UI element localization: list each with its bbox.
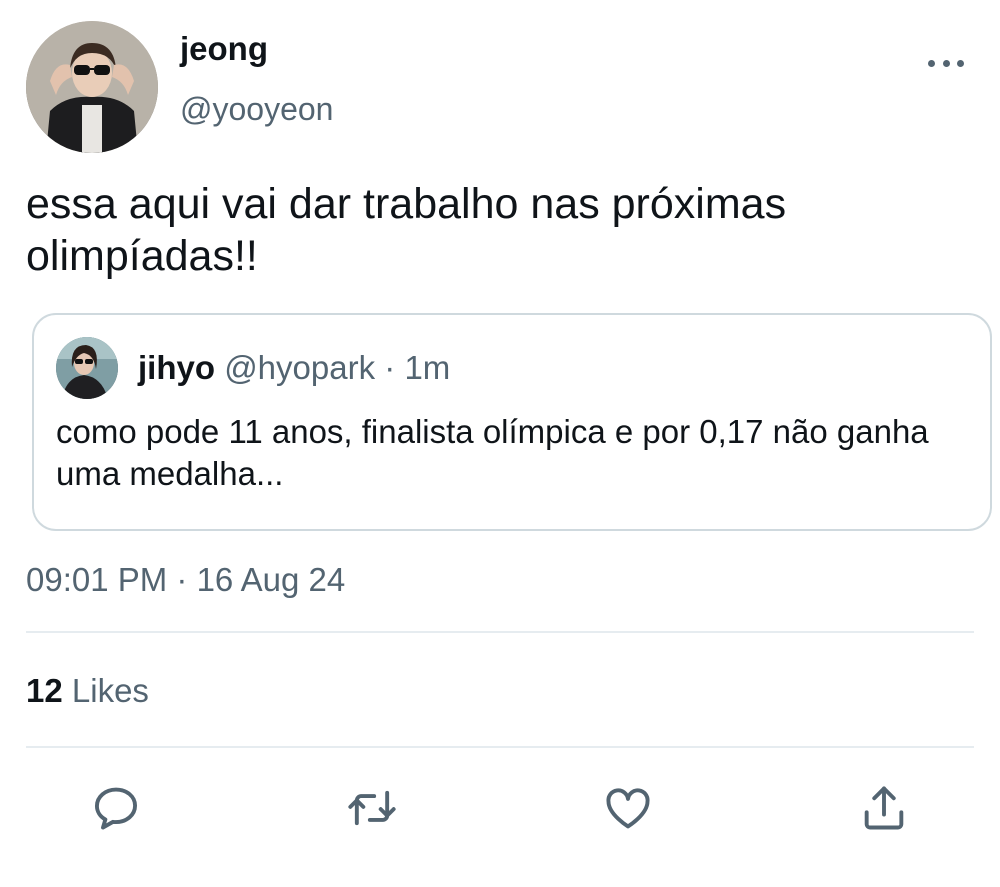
retweet-button[interactable] (344, 780, 400, 836)
reply-button[interactable] (88, 780, 144, 836)
share-icon (864, 786, 904, 830)
divider (26, 631, 974, 633)
handle[interactable]: @yooyeon (180, 91, 333, 128)
timestamp[interactable]: 09:01 PM · 16 Aug 24 (26, 561, 345, 599)
tweet-text: essa aqui vai dar trabalho nas próximas … (26, 180, 787, 280)
quoted-display-name[interactable]: jihyo (138, 349, 215, 386)
quoted-header: jihyo @hyopark · 1m (138, 349, 450, 387)
retweet-icon (348, 790, 396, 826)
display-name[interactable]: jeong (180, 30, 268, 68)
more-options-icon[interactable] (928, 48, 964, 78)
avatar[interactable] (26, 21, 158, 153)
quoted-text: como pode 11 anos, finalista olímpica e … (56, 413, 929, 492)
share-button[interactable] (856, 780, 912, 836)
divider (26, 746, 974, 748)
quoted-handle[interactable]: @hyopark (224, 349, 375, 386)
likes-stat[interactable]: 12 Likes (26, 672, 149, 710)
quoted-tweet[interactable]: jihyo @hyopark · 1m como pode 11 anos, f… (32, 313, 992, 531)
reply-icon (94, 787, 138, 830)
like-button[interactable] (600, 780, 656, 836)
likes-label: Likes (71, 672, 149, 709)
quoted-time: 1m (404, 349, 451, 386)
quoted-separator: · (384, 349, 396, 386)
likes-count: 12 (26, 672, 63, 709)
like-icon (606, 788, 650, 829)
quoted-avatar[interactable] (56, 337, 118, 399)
